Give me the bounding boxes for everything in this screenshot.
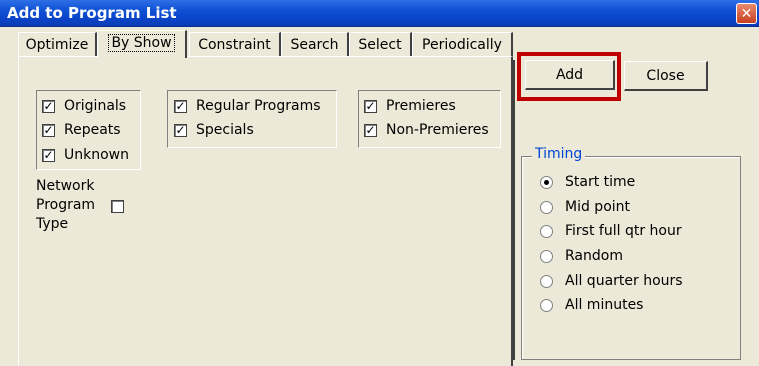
network-program-type-line1: Network [36,178,95,194]
mid-point-label: Mid point [565,199,631,215]
all-quarter-hours-radio[interactable] [540,274,553,288]
tab-search[interactable]: Search [281,32,349,56]
specials-label: Specials [196,122,254,138]
timing-option-all-minutes[interactable]: All minutes [540,294,643,316]
timing-option-all-quarter-hours[interactable]: All quarter hours [540,270,683,292]
unknown-label: Unknown [64,147,129,163]
start-time-radio[interactable] [540,175,553,189]
non-premieres-checkbox-row[interactable]: ✓ Non-Premieres [364,120,489,140]
mid-point-radio[interactable] [540,200,553,214]
timing-option-random[interactable]: Random [540,245,623,267]
timing-option-first-full-qtr-hour[interactable]: First full qtr hour [540,220,682,242]
tab-constraint[interactable]: Constraint [189,32,281,56]
all-minutes-label: All minutes [565,297,644,313]
network-program-type-line3: Type [36,216,69,232]
tab-by-show-label: By Show [108,34,175,52]
tab-select-label: Select [358,37,402,53]
tab-periodically[interactable]: Periodically [412,32,513,56]
originals-label: Originals [64,98,127,114]
specials-checkbox-row[interactable]: ✓ Specials [174,120,254,140]
all-minutes-radio[interactable] [540,298,553,312]
close-button[interactable]: Close [624,61,708,91]
tab-by-show[interactable]: By Show [97,30,187,58]
network-program-type-checkbox[interactable] [111,200,124,213]
tab-optimize[interactable]: Optimize [18,32,97,56]
timing-option-mid-point[interactable]: Mid point [540,196,630,218]
timing-option-start-time[interactable]: Start time [540,171,635,193]
repeats-label: Repeats [64,122,121,138]
repeats-checkbox-row[interactable]: ✓ Repeats [42,120,121,140]
non-premieres-label: Non-Premieres [386,122,489,138]
network-program-type-label: Network Program Type [36,177,95,234]
originals-checkbox-row[interactable]: ✓ Originals [42,96,126,116]
tab-select[interactable]: Select [349,32,412,56]
regular-programs-checkbox[interactable]: ✓ [174,99,187,113]
regular-programs-checkbox-row[interactable]: ✓ Regular Programs [174,96,321,116]
title-bar: Add to Program List ✕ [0,0,759,27]
repeats-checkbox[interactable]: ✓ [42,123,55,137]
regular-programs-label: Regular Programs [196,98,321,114]
panel-divider [513,60,515,360]
first-full-qtr-hour-label: First full qtr hour [565,223,682,239]
premieres-checkbox-row[interactable]: ✓ Premieres [364,96,456,116]
premieres-label: Premieres [386,98,456,114]
all-quarter-hours-label: All quarter hours [565,273,683,289]
add-button-highlight [517,52,621,101]
unknown-checkbox-row[interactable]: ✓ Unknown [42,145,129,165]
premieres-checkbox[interactable]: ✓ [364,99,377,113]
random-label: Random [565,248,623,264]
tab-optimize-label: Optimize [25,37,89,53]
window-title: Add to Program List [7,4,177,22]
close-button-label: Close [646,67,685,84]
first-full-qtr-hour-radio[interactable] [540,224,553,238]
tab-constraint-label: Constraint [198,37,271,53]
tab-periodically-label: Periodically [422,37,502,53]
non-premieres-checkbox[interactable]: ✓ [364,123,377,137]
start-time-label: Start time [565,174,636,190]
originals-checkbox[interactable]: ✓ [42,99,55,113]
tab-search-label: Search [290,37,339,53]
close-window-icon[interactable]: ✕ [736,3,757,24]
network-program-type-line2: Program [36,197,96,213]
timing-legend: Timing [532,146,586,162]
unknown-checkbox[interactable]: ✓ [42,148,55,162]
specials-checkbox[interactable]: ✓ [174,123,187,137]
random-radio[interactable] [540,249,553,263]
